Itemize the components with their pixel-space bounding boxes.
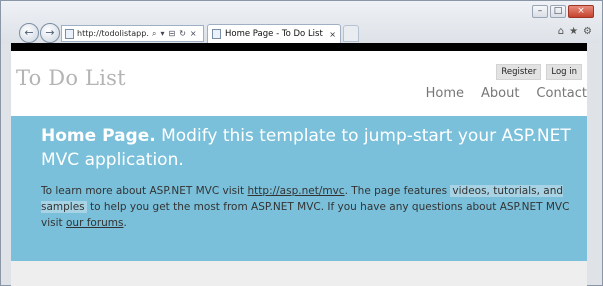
login-link[interactable]: Log in: [546, 64, 582, 80]
gear-icon[interactable]: ⚙: [583, 26, 592, 37]
page-icon: [65, 28, 74, 39]
favorites-icon[interactable]: ★: [569, 26, 578, 37]
browser-chrome: – □ × ← → http://todolistapp... ⌕ ▾ ⊟ ↻ …: [1, 1, 602, 43]
menu-item-about[interactable]: About: [481, 86, 519, 101]
featured-intro: To learn more about ASP.NET MVC visit ht…: [41, 183, 571, 231]
browser-window: – □ × ← → http://todolistapp... ⌕ ▾ ⊟ ↻ …: [0, 0, 603, 286]
tab-home-page[interactable]: Home Page - To Do List ×: [207, 24, 341, 43]
tab-title: Home Page - To Do List: [225, 29, 323, 39]
top-bar: [11, 43, 587, 51]
dropdown-icon[interactable]: ▾: [160, 29, 164, 39]
back-button[interactable]: ←: [19, 23, 39, 43]
address-tools: ⌕ ▾ ⊟ ↻ ×: [152, 29, 197, 39]
page-viewport: To Do List Register Log in Home About Co…: [11, 43, 587, 286]
forums-link[interactable]: our forums: [66, 217, 124, 229]
address-bar[interactable]: http://todolistapp... ⌕ ▾ ⊟ ↻ ×: [61, 25, 204, 42]
tab-page-icon: [212, 29, 221, 39]
heading-bold: Home Page.: [41, 126, 156, 146]
home-icon[interactable]: ⌂: [558, 26, 564, 37]
browser-tools: ⌂ ★ ⚙: [558, 26, 592, 37]
intro-text-4: .: [123, 217, 127, 229]
search-icon[interactable]: ⌕: [152, 29, 156, 39]
asp-net-mvc-link[interactable]: http://asp.net/mvc: [248, 185, 345, 197]
intro-text-2: . The page features: [344, 185, 451, 197]
tab-close-icon[interactable]: ×: [329, 30, 340, 39]
main-menu: Home About Contact: [426, 86, 587, 101]
intro-text-1: To learn more about ASP.NET MVC visit: [41, 185, 248, 197]
close-button[interactable]: ×: [568, 5, 594, 18]
minimize-button[interactable]: –: [532, 5, 548, 18]
address-text[interactable]: http://todolistapp...: [77, 29, 149, 38]
featured-heading: Home Page. Modify this template to jump-…: [41, 124, 581, 172]
login-area: Register Log in: [496, 64, 582, 80]
site-title[interactable]: To Do List: [16, 66, 126, 90]
menu-item-contact[interactable]: Contact: [536, 86, 587, 101]
compat-view-icon[interactable]: ⊟: [169, 29, 176, 39]
maximize-button[interactable]: □: [550, 5, 566, 18]
new-tab-button[interactable]: [343, 25, 359, 42]
window-controls: – □ ×: [532, 5, 594, 18]
refresh-icon[interactable]: ↻: [179, 29, 186, 39]
register-link[interactable]: Register: [496, 64, 542, 80]
stop-icon[interactable]: ×: [190, 29, 197, 39]
lower-content: [11, 261, 587, 286]
forward-button[interactable]: →: [40, 23, 60, 43]
menu-item-home[interactable]: Home: [426, 86, 464, 101]
